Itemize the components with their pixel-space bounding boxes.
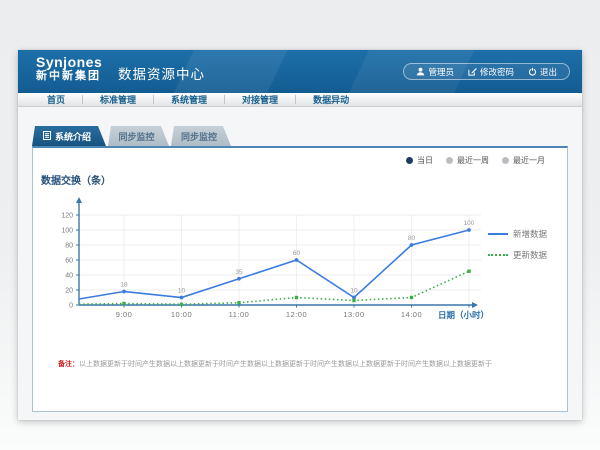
app-header: Synjones 新中新集团 数据资源中心 管理员 修改密码 退出 xyxy=(18,50,582,93)
legend-label: 新增数据 xyxy=(513,228,547,240)
svg-text:20: 20 xyxy=(65,288,73,295)
radio-last-week-label: 最近一周 xyxy=(457,155,489,166)
app-window: Synjones 新中新集团 数据资源中心 管理员 修改密码 退出 首页 标准管… xyxy=(18,50,582,420)
nav-item-docking-mgmt[interactable]: 对接管理 xyxy=(225,93,295,106)
nav-item-system-mgmt[interactable]: 系统管理 xyxy=(154,93,224,106)
svg-text:120: 120 xyxy=(61,213,73,220)
tab-sync-monitor-1[interactable]: 同步监控 xyxy=(108,126,169,146)
nav-item-standard-mgmt[interactable]: 标准管理 xyxy=(83,93,153,106)
legend-label: 更新数据 xyxy=(513,249,547,261)
tab-sync-monitor-2[interactable]: 同步监控 xyxy=(171,126,231,146)
svg-text:12:00: 12:00 xyxy=(286,310,307,319)
svg-text:10: 10 xyxy=(178,288,186,295)
svg-text:60: 60 xyxy=(65,258,73,265)
blue-line-swatch-icon xyxy=(488,233,508,235)
svg-text:100: 100 xyxy=(61,228,73,235)
tab-system-intro[interactable]: 系统介绍 xyxy=(32,126,106,146)
svg-text:9:00: 9:00 xyxy=(116,310,133,319)
chart-panel: 当日 最近一周 最近一月 数据交换（条） 0 20 40 60 80 100 120 9:00… xyxy=(32,146,568,412)
svg-text:80: 80 xyxy=(65,243,73,250)
tab-bar: 系统介绍 同步监控 同步监控 xyxy=(32,126,568,146)
user-menu-admin[interactable]: 管理员 xyxy=(416,66,454,78)
svg-text:14:00: 14:00 xyxy=(401,310,422,319)
logout-label: 退出 xyxy=(540,66,557,78)
change-password-button[interactable]: 修改密码 xyxy=(468,66,514,78)
user-icon xyxy=(416,67,425,76)
radio-dot-icon xyxy=(446,157,453,164)
svg-text:35: 35 xyxy=(235,269,243,276)
brand-logo: Synjones 新中新集团 xyxy=(36,55,102,82)
brand-logo-cn: 新中新集团 xyxy=(36,70,102,82)
svg-text:10:00: 10:00 xyxy=(171,310,192,319)
tab-label: 系统介绍 xyxy=(55,130,91,143)
document-icon xyxy=(43,131,51,142)
svg-text:40: 40 xyxy=(65,273,73,280)
svg-text:10: 10 xyxy=(350,288,358,295)
brand-logo-en: Synjones xyxy=(36,55,102,70)
svg-text:13:00: 13:00 xyxy=(343,310,364,319)
logout-button[interactable]: 退出 xyxy=(528,66,557,78)
svg-text:日期（小时）: 日期（小时） xyxy=(438,310,489,320)
svg-text:11:00: 11:00 xyxy=(229,310,250,319)
power-icon xyxy=(528,67,537,76)
edit-icon xyxy=(468,67,477,76)
tab-label: 同步监控 xyxy=(181,130,217,143)
change-password-label: 修改密码 xyxy=(480,66,514,78)
radio-last-week[interactable]: 最近一周 xyxy=(446,155,489,166)
footnote-prefix: 备注： xyxy=(58,361,79,368)
footnote: 备注：以上数据更新于时间产生数据以上数据更新于时间产生数据以上数据更新于时间产生… xyxy=(58,359,559,369)
nav-item-data-change[interactable]: 数据异动 xyxy=(296,93,366,106)
footnote-text: 以上数据更新于时间产生数据以上数据更新于时间产生数据以上数据更新于时间产生数据以… xyxy=(79,361,492,368)
svg-text:18: 18 xyxy=(120,282,128,289)
user-menu-admin-label: 管理员 xyxy=(428,66,454,78)
radio-last-month[interactable]: 最近一月 xyxy=(502,155,545,166)
radio-last-month-label: 最近一月 xyxy=(513,155,545,166)
radio-today[interactable]: 当日 xyxy=(406,155,433,166)
legend-item-update-data[interactable]: 更新数据 xyxy=(488,249,547,261)
y-axis-title: 数据交换（条） xyxy=(41,172,111,187)
content-area: 系统介绍 同步监控 同步监控 当日 最近一周 xyxy=(18,107,582,412)
page-title: 数据资源中心 xyxy=(118,63,205,83)
svg-text:80: 80 xyxy=(408,235,416,242)
legend-item-new-data[interactable]: 新增数据 xyxy=(488,228,547,240)
radio-today-label: 当日 xyxy=(417,155,433,166)
nav-item-home[interactable]: 首页 xyxy=(30,93,82,106)
tab-label: 同步监控 xyxy=(118,130,154,143)
user-menu: 管理员 修改密码 退出 xyxy=(403,63,570,80)
radio-dot-icon xyxy=(502,157,509,164)
svg-text:60: 60 xyxy=(293,250,301,257)
radio-dot-icon xyxy=(406,157,413,164)
main-nav: 首页 标准管理 系统管理 对接管理 数据异动 xyxy=(18,93,582,107)
svg-text:0: 0 xyxy=(69,303,73,310)
period-filter-group: 当日 最近一周 最近一月 xyxy=(406,155,545,166)
svg-text:100: 100 xyxy=(464,220,475,227)
chart-legend: 新增数据 更新数据 xyxy=(488,228,547,261)
green-dotted-swatch-icon xyxy=(488,254,508,256)
